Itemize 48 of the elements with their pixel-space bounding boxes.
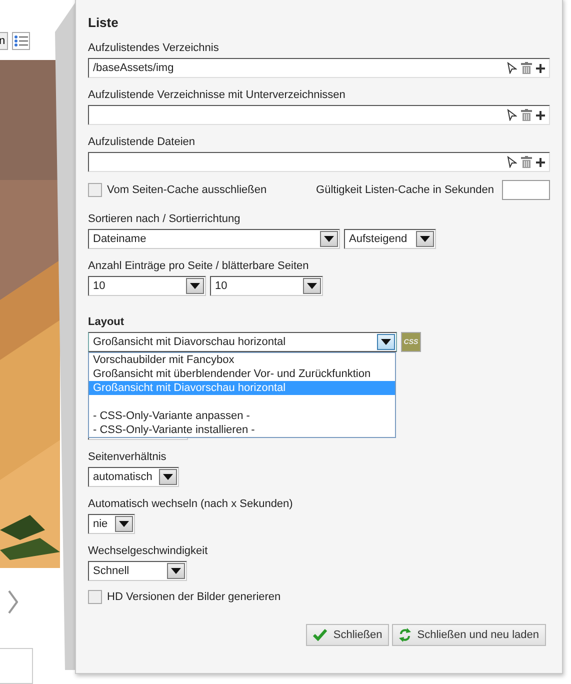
plus-icon[interactable] xyxy=(536,158,545,166)
field-label: Aufzulistendes Verzeichnis xyxy=(88,41,220,56)
refresh-icon xyxy=(399,628,412,642)
toolbar-button[interactable]: n xyxy=(0,32,8,50)
field-label: Anzahl Einträge pro Seite / blätterbare Seiten xyxy=(88,259,310,274)
dropdown-field[interactable]: Schnell xyxy=(88,561,187,581)
checkbox-label: HD Versionen der Bilder generieren xyxy=(107,591,281,603)
field-label: Aufzulistende Dateien xyxy=(88,135,196,150)
checkbox[interactable] xyxy=(88,183,102,197)
checkbox[interactable] xyxy=(88,590,102,604)
panel-title: Liste xyxy=(88,15,120,31)
path-field[interactable]: /baseAssets/img xyxy=(88,58,550,78)
close-button[interactable]: Schließen xyxy=(306,624,390,646)
close-reload-button[interactable]: Schließen und neu laden xyxy=(392,624,546,646)
dropdown-option[interactable]: Großansicht mit überblendender Vor- und Zurückfunktion xyxy=(89,367,395,381)
plus-icon[interactable] xyxy=(536,110,545,120)
checkmark-icon xyxy=(313,629,328,641)
plus-icon[interactable] xyxy=(536,64,545,72)
dropdown-field[interactable]: Dateiname xyxy=(88,229,340,249)
path-field[interactable] xyxy=(88,105,550,125)
dropdown-field[interactable]: Großansicht mit Diavorschau horizontal xyxy=(88,332,397,352)
trash-icon[interactable] xyxy=(521,62,532,74)
cursor-icon[interactable] xyxy=(507,109,517,121)
dropdown-option[interactable]: - CSS-Only-Variante installieren - xyxy=(89,423,395,437)
field-label: Aufzulistende Verzeichnisse mit Unterverzeichnissen xyxy=(88,88,346,103)
input-field[interactable] xyxy=(502,180,550,200)
section-label: Layout xyxy=(88,315,126,330)
cursor-icon[interactable] xyxy=(507,62,517,74)
dropdown-field[interactable]: Aufsteigend xyxy=(344,229,436,249)
dropdown-field[interactable]: automatisch xyxy=(88,467,179,487)
trash-icon[interactable] xyxy=(521,109,532,121)
path-field[interactable] xyxy=(88,152,550,172)
field-label: Automatisch wechseln (nach x Sekunden) xyxy=(88,497,294,512)
field-label: Sortieren nach / Sortierrichtung xyxy=(88,212,242,227)
dropdown-option[interactable]: Vorschaubilder mit Fancybox xyxy=(89,353,395,367)
trash-icon[interactable] xyxy=(521,156,532,168)
field-label: Gültigkeit Listen-Cache in Sekunden xyxy=(316,184,494,196)
cursor-icon[interactable] xyxy=(507,156,517,168)
dropdown-field[interactable]: nie xyxy=(88,514,135,534)
dropdown-field[interactable]: 10 xyxy=(88,276,206,296)
dropdown-option[interactable]: - CSS-Only-Variante anpassen - xyxy=(89,409,395,423)
dropdown-field[interactable]: 10 xyxy=(210,276,323,296)
checkbox-label: Vom Seiten-Cache ausschließen xyxy=(107,184,267,196)
list-view-icon[interactable] xyxy=(12,32,30,50)
field-label: Wechselgeschwindigkeit xyxy=(88,544,209,559)
content-box xyxy=(0,648,33,684)
chevron-right-icon[interactable] xyxy=(8,590,18,614)
field-label: Seitenverhältnis xyxy=(88,450,168,465)
